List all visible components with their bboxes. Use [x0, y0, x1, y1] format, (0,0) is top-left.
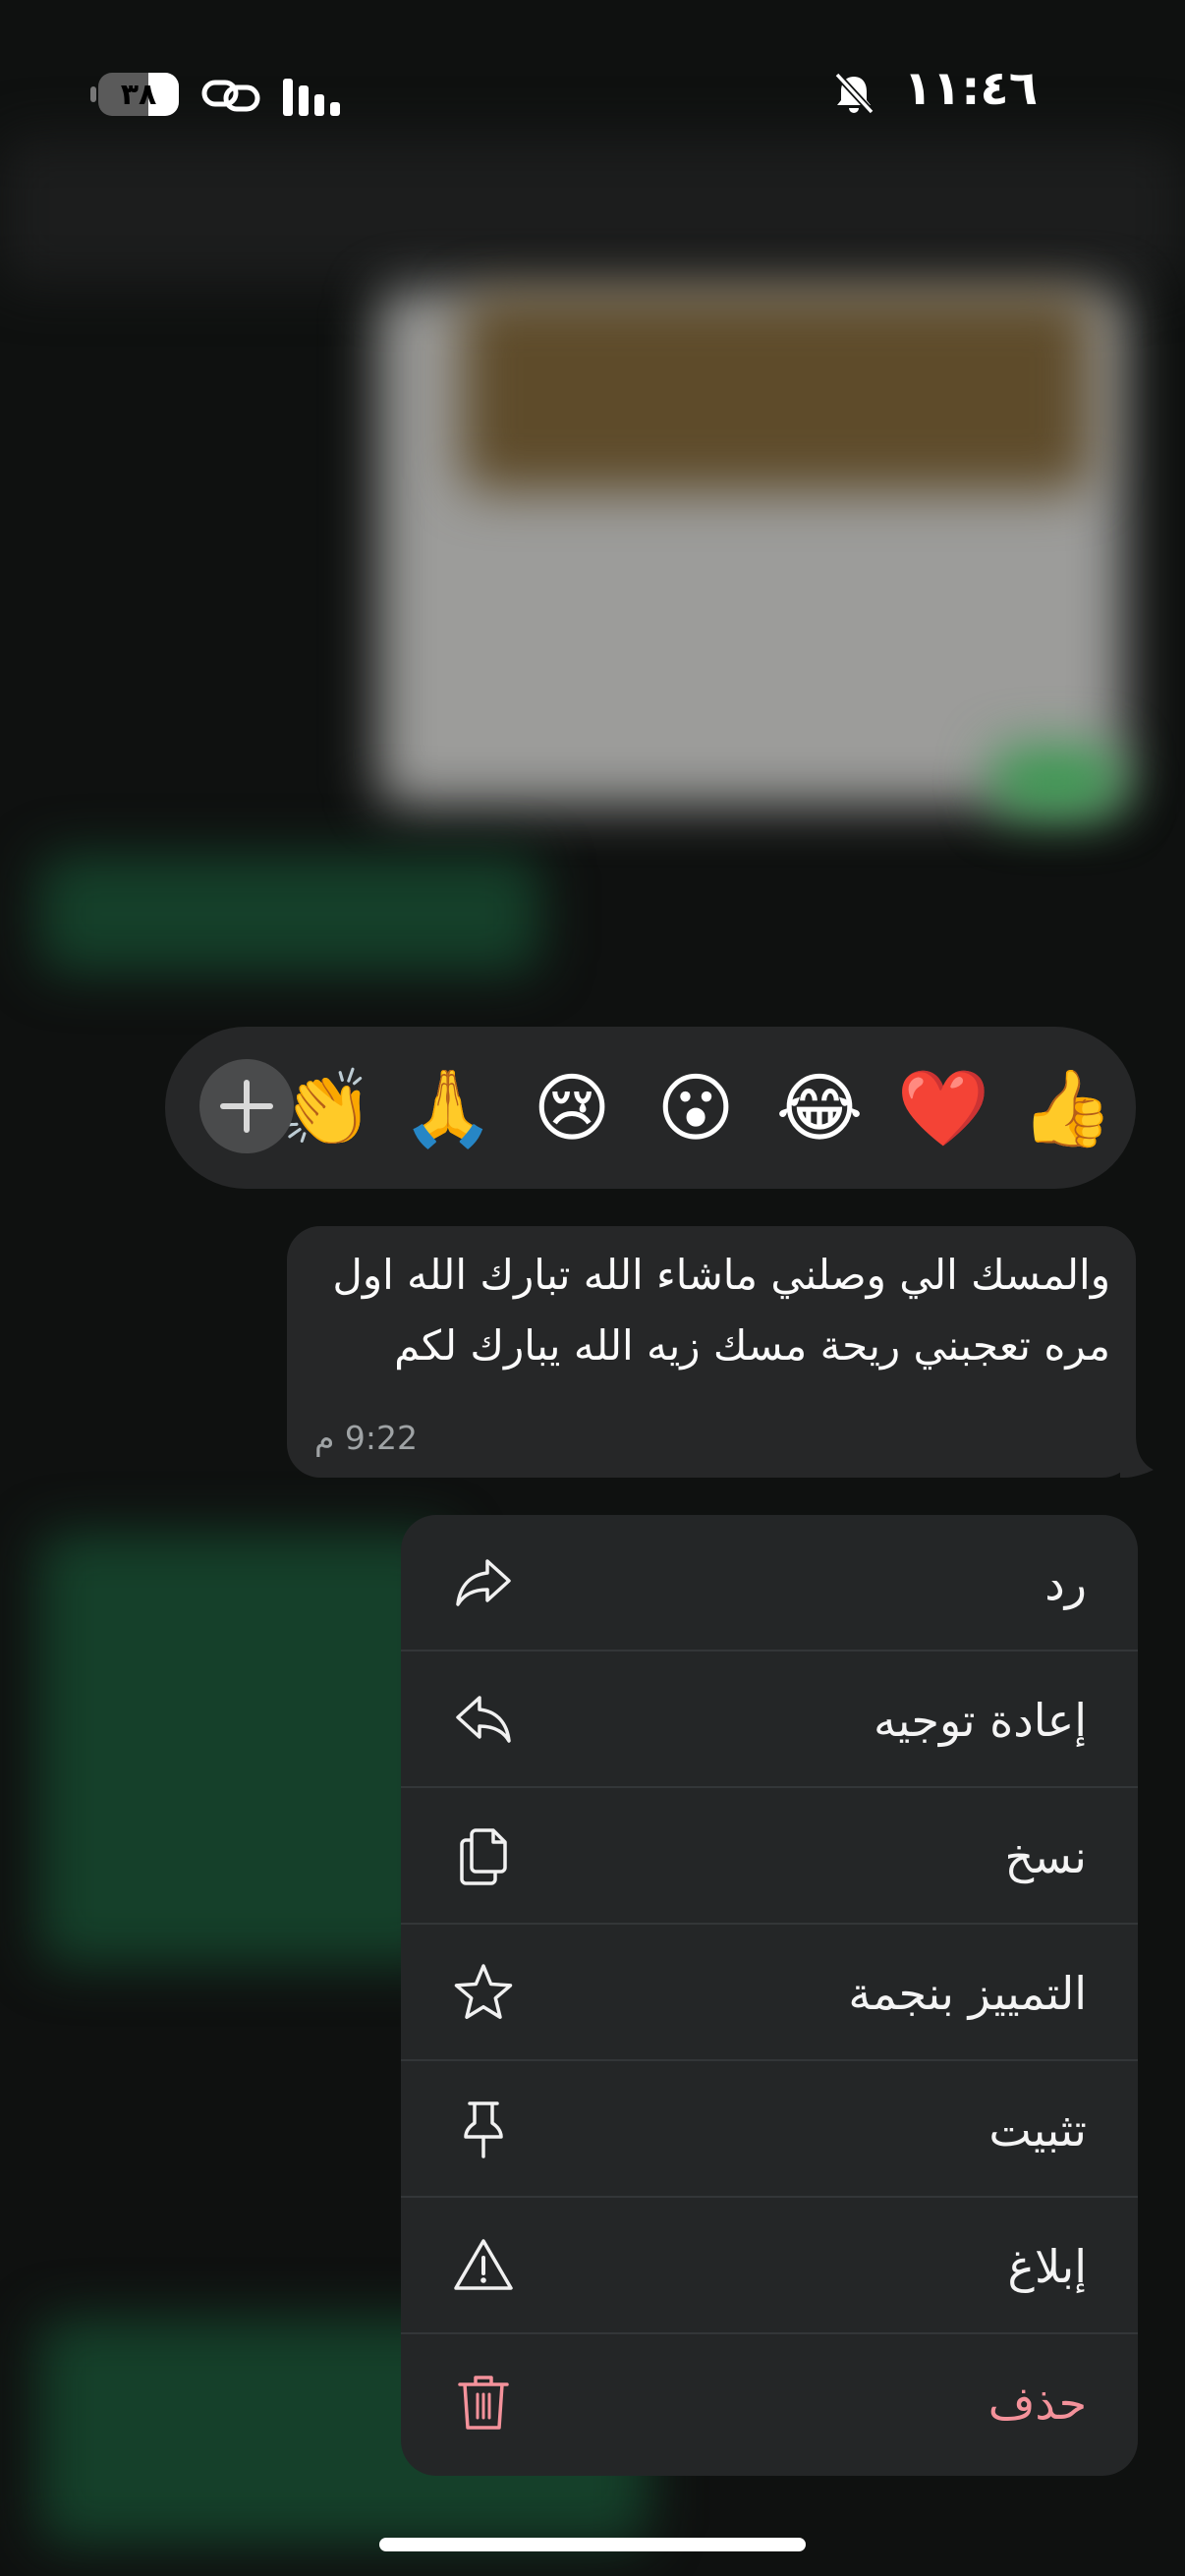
add-reaction-button[interactable]: [199, 1059, 294, 1153]
link-icon: [201, 80, 260, 112]
plus-icon: [220, 1080, 273, 1133]
blurred-green-bubble: [39, 855, 540, 973]
menu-item-forward[interactable]: إعادة توجيه: [401, 1652, 1138, 1788]
menu-label-pin: تثبيت: [988, 2102, 1087, 2156]
reply-icon: [456, 1559, 511, 1606]
battery-tip: [90, 86, 96, 102]
reaction-laughing[interactable]: 😂: [770, 1059, 869, 1157]
menu-label-copy: نسخ: [1004, 1829, 1087, 1883]
bell-slash-icon: [834, 72, 875, 115]
menu-item-copy[interactable]: نسخ: [401, 1788, 1138, 1925]
reaction-heart[interactable]: ❤️: [894, 1059, 992, 1157]
battery-level: ٣٨: [120, 77, 157, 112]
reaction-thumbs-up[interactable]: 👍: [1018, 1059, 1116, 1157]
menu-item-star[interactable]: التمييز بنجمة: [401, 1925, 1138, 2061]
forward-icon: [456, 1696, 511, 1743]
blurred-green-spot: [992, 747, 1120, 815]
menu-item-report[interactable]: إبلاغ: [401, 2198, 1138, 2334]
menu-label-star: التمييز بنجمة: [848, 1966, 1087, 2020]
status-bar: ١١:٤٦ ٣٨: [0, 0, 1185, 196]
status-time: ١١:٤٦: [903, 61, 1038, 116]
star-icon: [454, 1964, 513, 2019]
menu-item-pin[interactable]: تثبيت: [401, 2061, 1138, 2198]
message-text: والمسك الي وصلني ماشاء الله تبارك الله ا…: [332, 1251, 1110, 1370]
blurred-green-bubble: [39, 1533, 452, 1965]
menu-item-delete[interactable]: حذف: [401, 2334, 1138, 2471]
menu-label-delete: حذف: [988, 2376, 1087, 2430]
trash-icon: [458, 2376, 509, 2430]
menu-label-forward: إعادة توجيه: [874, 1693, 1087, 1747]
message-context-menu: رد إعادة توجيه نسخ التمييز بنجمة تثبيت إ…: [401, 1515, 1138, 2476]
battery-indicator: ٣٨: [98, 73, 179, 116]
reaction-crying[interactable]: 😢: [523, 1059, 621, 1157]
bubble-tail: [1120, 1434, 1154, 1478]
reaction-pray[interactable]: 🙏: [399, 1059, 497, 1157]
warning-icon: [454, 2239, 513, 2290]
menu-label-reply: رد: [1044, 1556, 1087, 1610]
menu-label-report: إبلاغ: [1007, 2239, 1087, 2293]
message-time: 9:22 م: [314, 1419, 419, 1457]
home-indicator[interactable]: [379, 2538, 806, 2551]
pin-icon: [464, 2101, 503, 2158]
signal-bars-icon: [283, 79, 340, 116]
copy-icon: [460, 1828, 507, 1885]
reaction-surprised[interactable]: 😮: [647, 1059, 745, 1157]
menu-item-reply[interactable]: رد: [401, 1515, 1138, 1652]
blurred-image-top: [462, 295, 1091, 491]
